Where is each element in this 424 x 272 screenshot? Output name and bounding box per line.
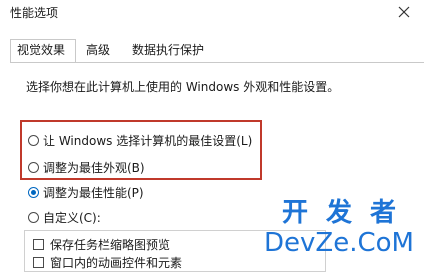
site-watermark: 开发者 DevZe.CoM (264, 198, 414, 258)
tab-bar: 视觉效果 高级 数据执行保护 (10, 39, 424, 62)
checkbox-icon (33, 256, 44, 268)
radio-icon (28, 211, 39, 223)
watermark-line2: DevZe.CoM (264, 228, 414, 258)
close-icon (398, 6, 410, 18)
radio-label: 调整为最佳性能(P) (43, 185, 144, 200)
effect-label: 保存任务栏缩略图预览 (50, 237, 171, 252)
tab-visual-effects[interactable]: 视觉效果 (10, 39, 76, 62)
tab-divider (10, 62, 424, 63)
radio-label: 让 Windows 选择计算机的最佳设置(L) (43, 133, 253, 148)
performance-options-dialog: 性能选项 视觉效果 高级 数据执行保护 选择你想在此计算机上使用的 Window… (0, 0, 424, 272)
radio-custom[interactable]: 自定义(C): (28, 207, 101, 227)
tab-advanced[interactable]: 高级 (80, 40, 116, 61)
watermark-line1: 开发者 (281, 198, 414, 228)
radio-icon (28, 161, 39, 173)
checkbox-icon (33, 238, 44, 250)
radio-best-performance[interactable]: 调整为最佳性能(P) (28, 182, 144, 202)
window-title: 性能选项 (10, 6, 59, 20)
effect-label: 窗口内的动画控件和元素 (50, 255, 183, 270)
radio-label: 自定义(C): (43, 210, 101, 225)
effect-item[interactable]: 保存任务栏缩略图预览 (33, 235, 170, 253)
radio-best-appearance[interactable]: 调整为最佳外观(B) (28, 157, 145, 177)
tab-data-execution-prevention[interactable]: 数据执行保护 (126, 40, 210, 61)
radio-label: 调整为最佳外观(B) (43, 160, 145, 175)
radio-checked-icon (28, 186, 39, 198)
description-text: 选择你想在此计算机上使用的 Windows 外观和性能设置。 (26, 80, 340, 94)
radio-icon (28, 134, 39, 146)
close-button[interactable] (392, 0, 416, 24)
radio-let-windows-choose[interactable]: 让 Windows 选择计算机的最佳设置(L) (28, 130, 252, 150)
effect-item[interactable]: 窗口内的动画控件和元素 (33, 253, 182, 271)
